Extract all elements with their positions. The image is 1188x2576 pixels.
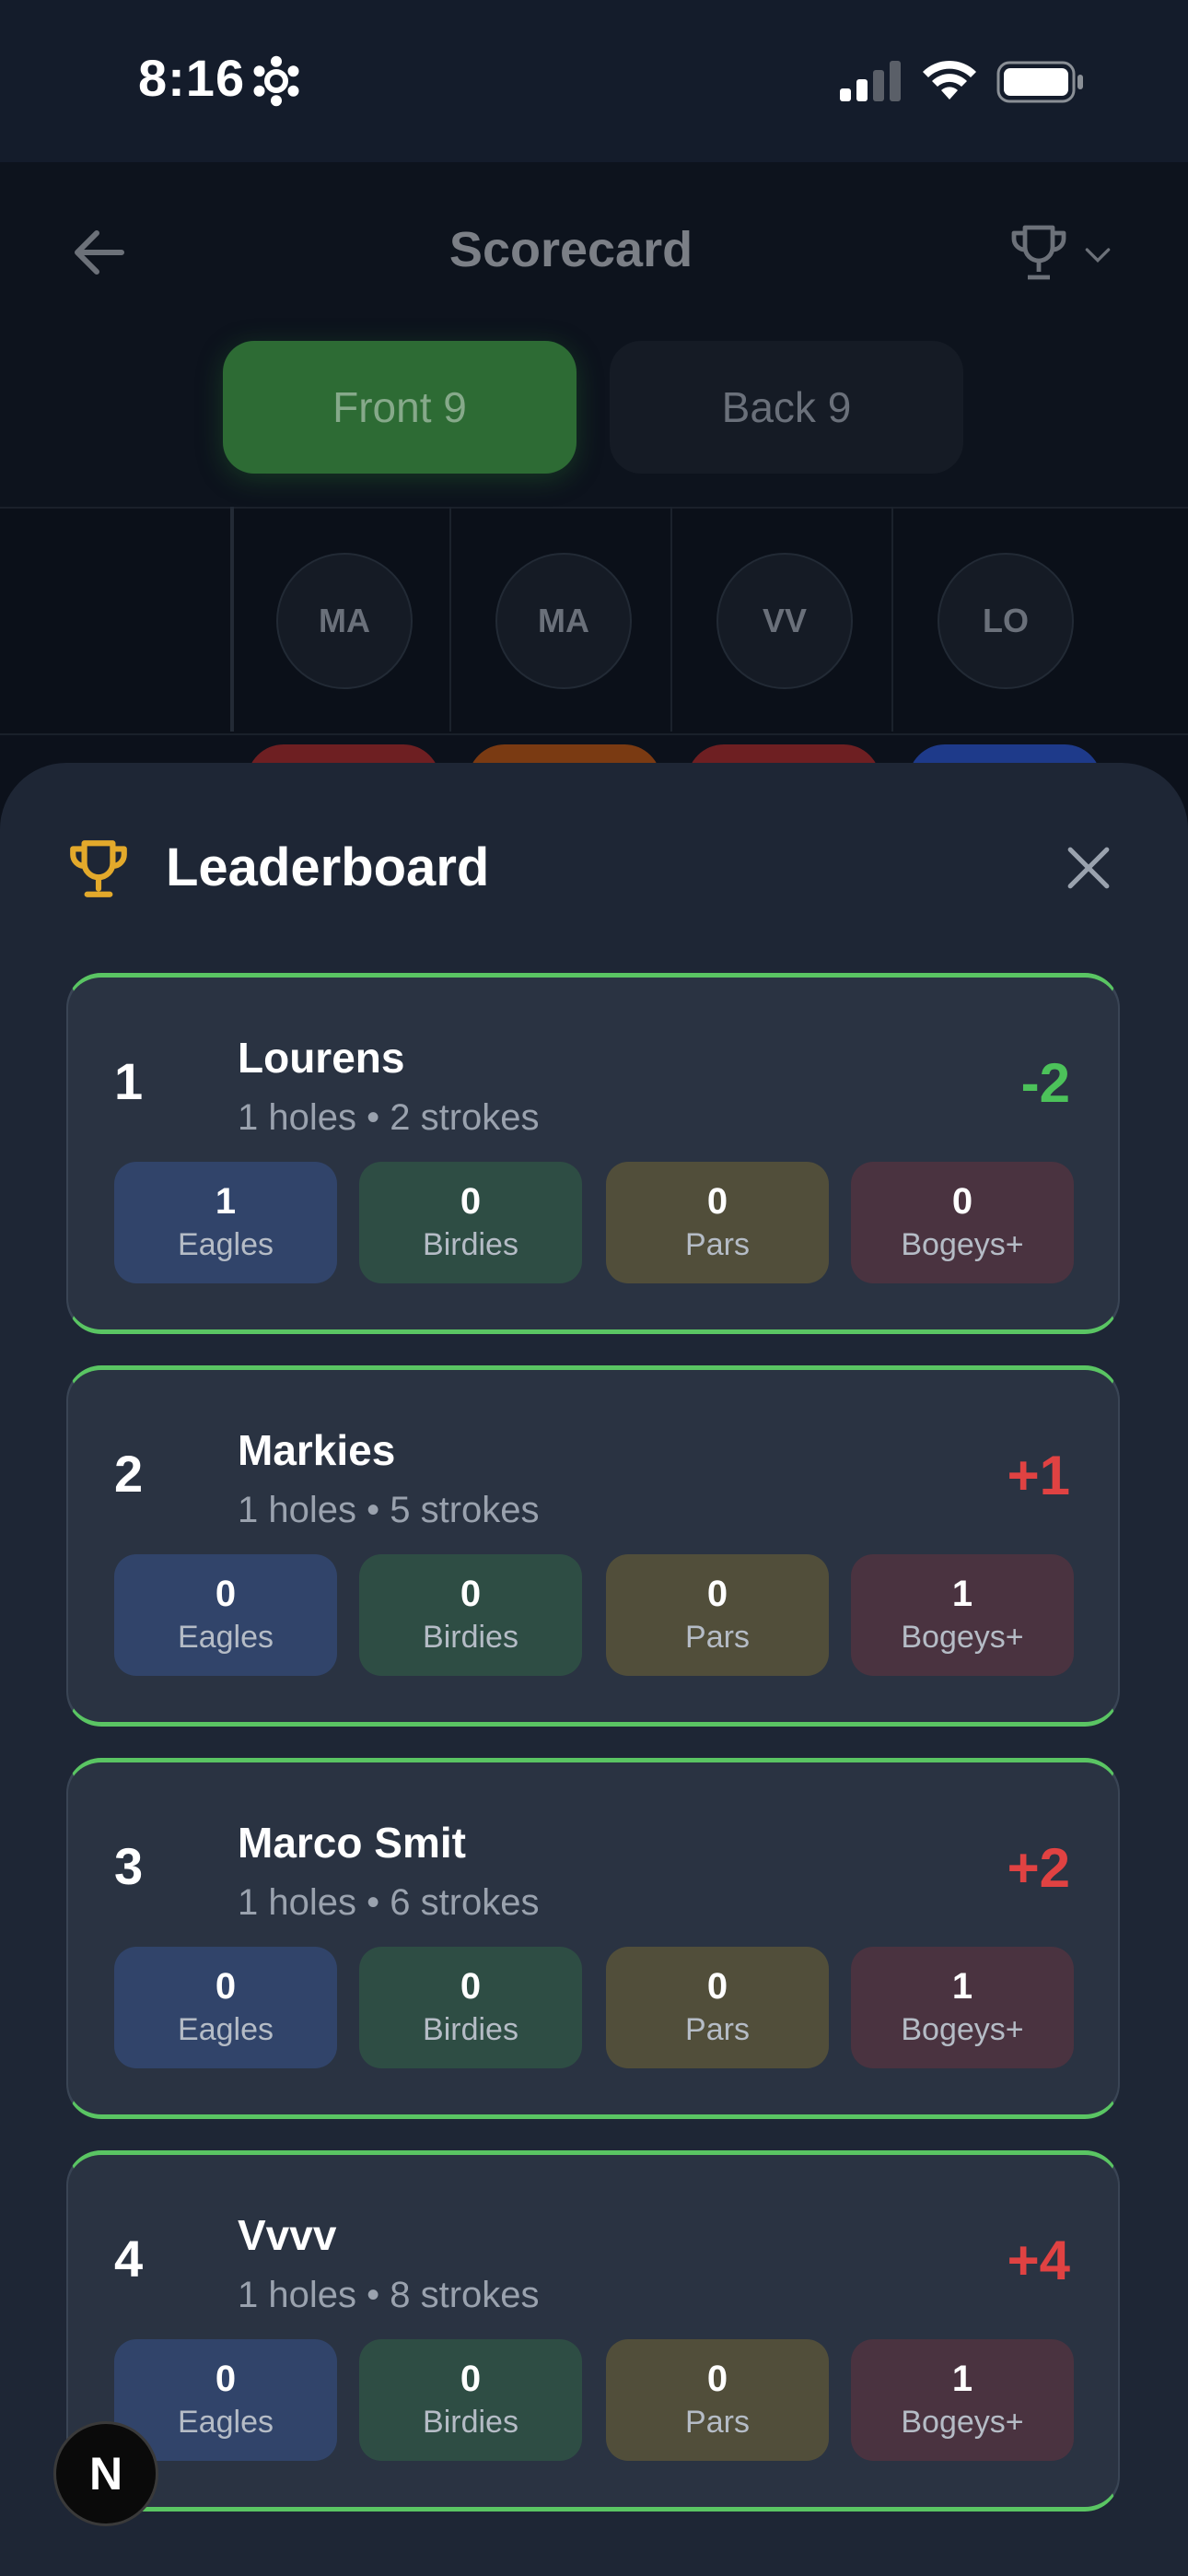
leaderboard-card[interactable]: 2 Markies 1 holes • 5 strokes +1 0 Eagles… (66, 1365, 1120, 1727)
player-score: +4 (1007, 2230, 1070, 2291)
player-avatar[interactable]: LO (938, 553, 1074, 689)
column-divider (670, 507, 672, 732)
stat-birdies: 0 Birdies (359, 1947, 582, 2068)
trophy-icon (70, 840, 127, 897)
stat-bogeys: 1 Bogeys+ (851, 2339, 1074, 2461)
status-time: 8:16 (138, 49, 246, 107)
scorecard-header (0, 162, 1188, 507)
status-bar: 8:16 (0, 0, 1188, 162)
stat-birdies: 0 Birdies (359, 1554, 582, 1676)
player-name: Vvvv (238, 2211, 337, 2259)
player-name: Lourens (238, 1034, 405, 1082)
stat-pars: 0 Pars (606, 1947, 829, 2068)
leaderboard-card[interactable]: 1 Lourens 1 holes • 2 strokes -2 1 Eagles… (66, 973, 1120, 1334)
player-avatar[interactable]: MA (276, 553, 413, 689)
chevron-down-icon[interactable] (1079, 236, 1116, 273)
rank: 3 (114, 1837, 144, 1895)
player-summary: 1 holes • 2 strokes (238, 1097, 540, 1138)
player-name: Markies (238, 1426, 396, 1474)
stat-bogeys: 1 Bogeys+ (851, 1554, 1074, 1676)
dev-tools-badge[interactable]: N (53, 2421, 158, 2526)
column-divider (449, 507, 451, 732)
player-name: Marco Smit (238, 1819, 466, 1867)
player-score: +1 (1007, 1445, 1070, 1506)
battery-icon (996, 61, 1083, 103)
stat-bogeys: 1 Bogeys+ (851, 1947, 1074, 2068)
stat-eagles: 0 Eagles (114, 1947, 337, 2068)
wifi-icon (923, 60, 976, 100)
player-summary: 1 holes • 8 strokes (238, 2275, 540, 2315)
rank: 2 (114, 1445, 144, 1503)
tab-back-9[interactable]: Back 9 (610, 341, 963, 474)
stat-pars: 0 Pars (606, 1554, 829, 1676)
player-summary: 1 holes • 5 strokes (238, 1490, 540, 1530)
stat-birdies: 0 Birdies (359, 2339, 582, 2461)
gear-icon (253, 55, 299, 107)
trophy-icon[interactable] (1006, 219, 1072, 286)
player-summary: 1 holes • 6 strokes (238, 1882, 540, 1923)
leaderboard-title: Leaderboard (166, 837, 490, 897)
stat-birdies: 0 Birdies (359, 1162, 582, 1283)
column-divider (891, 507, 893, 732)
column-divider (230, 507, 234, 732)
player-score: -2 (1020, 1052, 1070, 1114)
rank: 4 (114, 2230, 144, 2288)
page-title: Scorecard (448, 222, 693, 277)
leaderboard-card[interactable]: 4 Vvvv 1 holes • 8 strokes +4 0 Eagles 0B… (66, 2150, 1120, 2512)
leaderboard-card[interactable]: 3 Marco Smit 1 holes • 6 strokes +2 0 Eag… (66, 1758, 1120, 2119)
stat-eagles: 1 Eagles (114, 1162, 337, 1283)
player-score: +2 (1007, 1837, 1070, 1899)
stat-pars: 0 Pars (606, 2339, 829, 2461)
stat-pars: 0 Pars (606, 1162, 829, 1283)
close-icon[interactable] (1057, 837, 1120, 899)
rank: 1 (114, 1052, 144, 1110)
signal-icon (840, 61, 901, 101)
stat-bogeys: 0 Bogeys+ (851, 1162, 1074, 1283)
player-avatar[interactable]: VV (716, 553, 853, 689)
tab-front-9[interactable]: Front 9 (223, 341, 577, 474)
stat-eagles: 0 Eagles (114, 1554, 337, 1676)
player-avatar[interactable]: MA (495, 553, 632, 689)
